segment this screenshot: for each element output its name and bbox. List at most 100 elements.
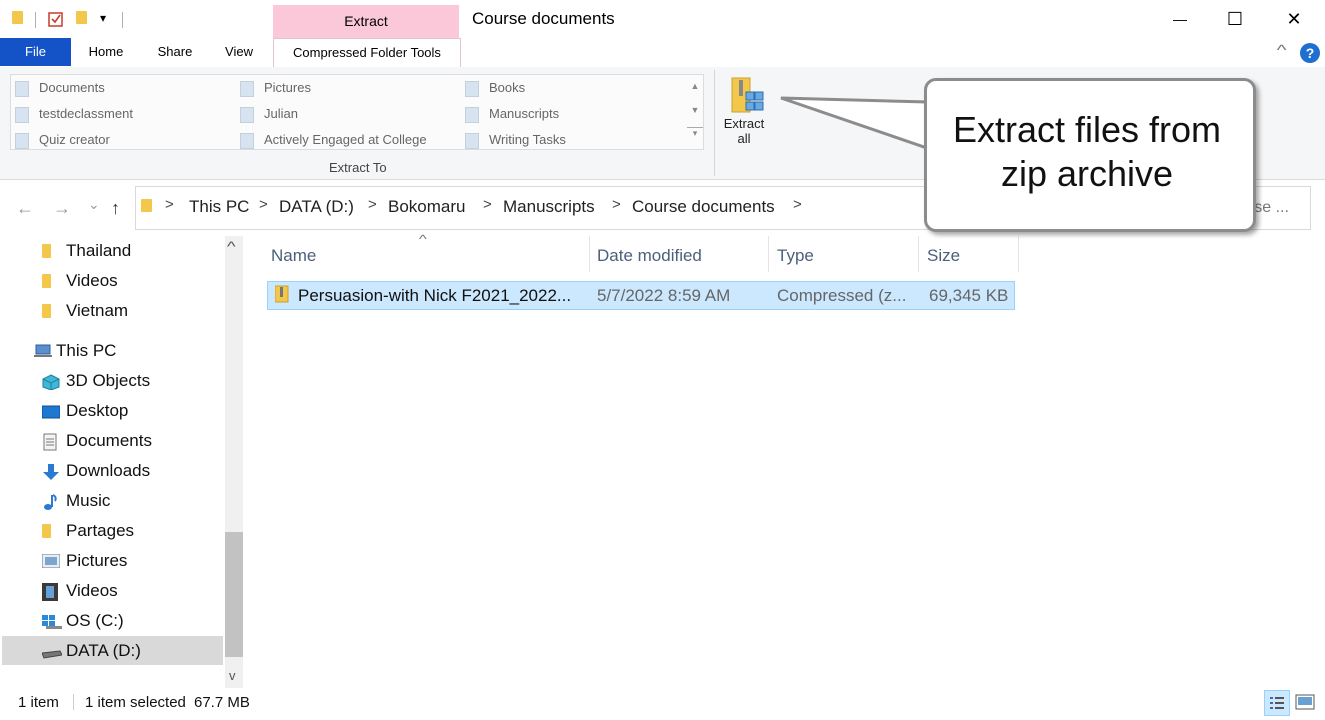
nav-pane-scroll-thumb[interactable] (225, 532, 243, 657)
breadcrumb-bokomaru[interactable]: Bokomaru (388, 197, 465, 217)
maximize-button[interactable]: ☐ (1215, 6, 1255, 32)
divider (35, 12, 36, 28)
minimize-button[interactable]: — (1160, 6, 1200, 32)
nav-item-this-pc[interactable]: This PC (56, 341, 116, 361)
properties-icon[interactable] (48, 11, 63, 27)
callout-line2: zip archive (1000, 153, 1174, 194)
nav-item-data-d[interactable]: DATA (D:) (66, 641, 141, 661)
gallery-item[interactable]: Quiz creator (11, 130, 110, 150)
nav-item-music[interactable]: Music (66, 491, 110, 511)
gallery-scroll-down-icon[interactable]: ▼ (687, 105, 703, 115)
divider (714, 70, 715, 176)
window-title: Course documents (472, 9, 615, 28)
nav-item-videos[interactable]: Videos (66, 581, 118, 601)
tab-home[interactable]: Home (80, 38, 132, 66)
gallery-item[interactable]: Writing Tasks (461, 130, 566, 150)
extract-to-gallery: Documents Pictures Books testdeclassment… (10, 74, 704, 150)
breadcrumb-separator-icon[interactable]: > (165, 196, 174, 213)
nav-item-vietnam[interactable]: Vietnam (66, 301, 128, 321)
folder-icon (12, 11, 26, 27)
file-date-modified: 5/7/2022 8:59 AM (597, 286, 731, 305)
folder-icon (15, 133, 29, 149)
breadcrumb-this-pc[interactable]: This PC (189, 197, 249, 217)
forward-arrow-icon[interactable]: → (53, 198, 71, 219)
column-header-name[interactable]: Name (271, 246, 316, 266)
customize-quick-access-dropdown[interactable]: ▾ (100, 11, 106, 25)
column-header-date-modified[interactable]: Date modified (597, 246, 702, 266)
folder-icon (240, 133, 254, 149)
gallery-item[interactable]: Julian (236, 104, 298, 124)
divider[interactable] (918, 236, 919, 272)
gallery-item[interactable]: Actively Engaged at College (236, 130, 427, 150)
extract-all-label-line2: all (737, 131, 751, 146)
callout-line1: Extract files from (952, 109, 1222, 150)
gallery-more-icon[interactable]: ▾ (687, 127, 703, 139)
up-arrow-icon[interactable]: ↑ (111, 198, 120, 219)
gallery-item[interactable]: Manuscripts (461, 104, 559, 124)
close-button[interactable]: ✕ (1274, 6, 1314, 32)
nav-item-desktop[interactable]: Desktop (66, 401, 128, 421)
os-drive-icon (42, 614, 62, 629)
nav-item-thailand[interactable]: Thailand (66, 241, 131, 261)
nav-item-partages[interactable]: Partages (66, 521, 134, 541)
desktop-icon (41, 405, 61, 419)
file-size: 69,345 KB (929, 286, 1009, 305)
breadcrumb-separator-icon[interactable]: > (259, 196, 268, 213)
divider (122, 12, 123, 28)
large-icons-view-icon[interactable] (1295, 692, 1315, 717)
details-view-icon[interactable] (1264, 690, 1290, 716)
back-arrow-icon[interactable]: ← (16, 198, 34, 219)
videos-icon (42, 583, 58, 601)
music-icon (42, 493, 57, 510)
file-name[interactable]: Persuasion-with Nick F2021_2022... (298, 286, 571, 306)
breadcrumb-data-d[interactable]: DATA (D:) (279, 197, 354, 217)
breadcrumb-course-documents[interactable]: Course documents (632, 197, 775, 217)
nav-item-downloads[interactable]: Downloads (66, 461, 150, 481)
collapse-ribbon-chevron-icon[interactable]: ^ (1277, 42, 1287, 59)
breadcrumb-separator-icon[interactable]: > (612, 196, 621, 213)
column-header-size[interactable]: Size (927, 246, 960, 266)
divider[interactable] (589, 236, 590, 272)
sort-ascending-icon: ^ (418, 232, 427, 246)
3d-objects-icon (42, 374, 60, 391)
help-icon[interactable]: ? (1300, 43, 1320, 63)
breadcrumb-separator-icon[interactable]: > (793, 196, 802, 213)
gallery-scroll-up-icon[interactable]: ▲ (687, 81, 703, 91)
new-folder-icon[interactable] (76, 11, 90, 27)
folder-icon (465, 133, 479, 149)
data-drive-icon (41, 646, 63, 660)
nav-item-videos-folder[interactable]: Videos (66, 271, 118, 291)
folder-icon (465, 81, 479, 97)
breadcrumb-manuscripts[interactable]: Manuscripts (503, 197, 595, 217)
gallery-item[interactable]: Books (461, 78, 525, 98)
nav-item-os-c[interactable]: OS (C:) (66, 611, 124, 631)
gallery-item[interactable]: testdeclassment (11, 104, 133, 124)
nav-item-3d-objects[interactable]: 3D Objects (66, 371, 150, 391)
column-header-type[interactable]: Type (777, 246, 814, 266)
extract-all-button[interactable]: Extract all (720, 72, 768, 176)
recent-locations-chevron-icon[interactable]: ⌄ (88, 196, 100, 213)
nav-item-documents[interactable]: Documents (66, 431, 152, 451)
divider[interactable] (768, 236, 769, 272)
folder-icon (15, 107, 29, 123)
gallery-item[interactable]: Pictures (236, 78, 311, 98)
tab-compressed-folder-tools[interactable]: Compressed Folder Tools (273, 38, 461, 68)
scroll-down-icon[interactable]: v (229, 668, 236, 683)
extract-all-label-line1: Extract (723, 116, 765, 131)
group-label-extract-to: Extract To (329, 160, 387, 175)
scroll-up-icon[interactable]: ^ (227, 238, 236, 254)
folder-icon (42, 244, 56, 258)
file-type: Compressed (z... (777, 286, 907, 305)
folder-icon (465, 107, 479, 123)
tab-file[interactable]: File (0, 38, 71, 66)
tab-view[interactable]: View (217, 38, 261, 66)
zip-folder-icon (274, 285, 289, 308)
breadcrumb-separator-icon[interactable]: > (368, 196, 377, 213)
nav-item-pictures[interactable]: Pictures (66, 551, 127, 571)
divider[interactable] (1018, 236, 1019, 272)
gallery-item[interactable]: Documents (11, 78, 105, 98)
divider (73, 694, 74, 710)
tab-share[interactable]: Share (150, 38, 200, 66)
downloads-icon (42, 463, 59, 480)
breadcrumb-separator-icon[interactable]: > (483, 196, 492, 213)
